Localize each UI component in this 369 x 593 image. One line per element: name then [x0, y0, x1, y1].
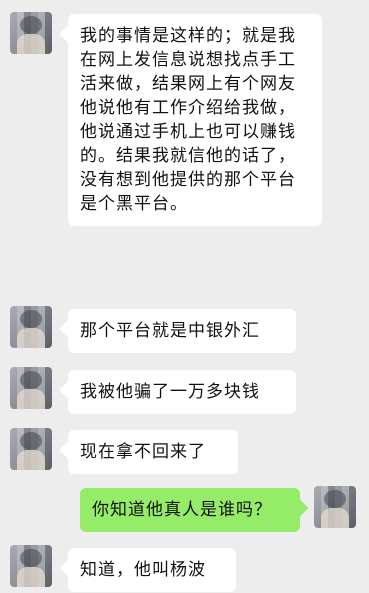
message-bubble-1[interactable]: 我的事情是这样的；就是我在网上发信息说想找点手工活来做，结果网上有个网友他说他有…	[68, 14, 322, 226]
contact-avatar[interactable]	[10, 367, 52, 409]
message-text-5: 你知道他真人是谁吗？	[92, 500, 272, 520]
message-text-3: 我被他骗了一万多块钱	[80, 382, 260, 402]
message-text-1: 我的事情是这样的；就是我在网上发信息说想找点手工活来做，结果网上有个网友他说他有…	[80, 26, 296, 214]
message-bubble-3[interactable]: 我被他骗了一万多块钱	[68, 370, 296, 414]
message-bubble-6[interactable]: 知道，他叫杨波	[68, 548, 236, 592]
contact-avatar[interactable]	[10, 12, 52, 54]
message-text-4: 现在拿不回来了	[80, 442, 206, 462]
message-bubble-5[interactable]: 你知道他真人是谁吗？	[80, 488, 300, 532]
message-text-6: 知道，他叫杨波	[80, 560, 206, 580]
contact-avatar[interactable]	[10, 428, 52, 470]
message-text-2: 那个平台就是中银外汇	[80, 321, 260, 341]
contact-avatar[interactable]	[10, 306, 52, 348]
message-bubble-2[interactable]: 那个平台就是中银外汇	[68, 309, 296, 353]
contact-avatar[interactable]	[10, 545, 52, 587]
message-bubble-4[interactable]: 现在拿不回来了	[68, 430, 238, 474]
self-avatar[interactable]	[314, 486, 356, 528]
